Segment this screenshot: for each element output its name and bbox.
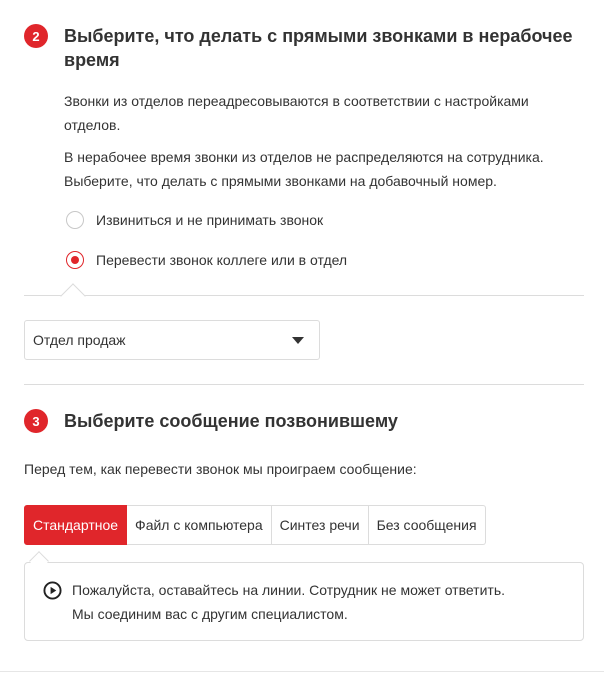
info-text-line1: Звонки из отделов переадресовываются в с… xyxy=(64,93,529,109)
step-3-title: Выберите сообщение позвонившему xyxy=(64,411,398,431)
divider-pointer xyxy=(60,283,86,309)
step-3-badge: 3 xyxy=(24,409,48,433)
play-circle-icon[interactable] xyxy=(43,581,62,600)
info-text-line4: Выберите, что делать с прямыми звонками … xyxy=(64,173,497,189)
tab-file-from-computer[interactable]: Файл с компьютера xyxy=(127,505,272,545)
step-2-title-line2: время xyxy=(64,50,120,70)
step-2-title-line1: Выберите, что делать с прямыми звонками … xyxy=(64,26,573,46)
step-2-badge: 2 xyxy=(24,24,48,48)
department-select[interactable]: Отдел продаж xyxy=(24,320,320,360)
department-select-value: Отдел продаж xyxy=(33,332,126,348)
message-type-tabs: Стандартное Файл с компьютера Синтез реч… xyxy=(24,505,486,545)
radio-option-decline-label: Извиниться и не принимать звонок xyxy=(96,212,324,228)
info-text-line3: В нерабочее время звонки из отделов не р… xyxy=(64,149,544,165)
tab-speech-synthesis[interactable]: Синтез речи xyxy=(271,505,369,545)
bottom-divider xyxy=(0,671,604,672)
section-divider xyxy=(24,295,584,296)
call-settings-page: 2 Выберите, что делать с прямыми звонкам… xyxy=(0,0,604,673)
radio-option-transfer-label: Перевести звонок коллеге или в отдел xyxy=(96,252,348,268)
message-text-line2: Мы соединим вас с другим специалистом. xyxy=(72,606,348,622)
radio-option-decline[interactable]: Извиниться и не принимать звонок xyxy=(66,211,323,229)
section-divider xyxy=(24,384,584,385)
message-text-line1: Пожалуйста, оставайтесь на линии. Сотруд… xyxy=(72,582,506,598)
radio-button-unchecked[interactable] xyxy=(66,211,84,229)
caret-down-icon[interactable] xyxy=(292,337,304,344)
info-text-line2: отделов. xyxy=(64,117,121,133)
tab-no-message[interactable]: Без сообщения xyxy=(368,505,486,545)
message-intro-text: Перед тем, как перевести звонок мы проиг… xyxy=(24,461,417,477)
radio-option-transfer[interactable]: Перевести звонок коллеге или в отдел xyxy=(66,251,347,269)
tab-standard[interactable]: Стандартное xyxy=(24,505,128,545)
radio-dot xyxy=(71,256,79,264)
radio-button-checked[interactable] xyxy=(66,251,84,269)
